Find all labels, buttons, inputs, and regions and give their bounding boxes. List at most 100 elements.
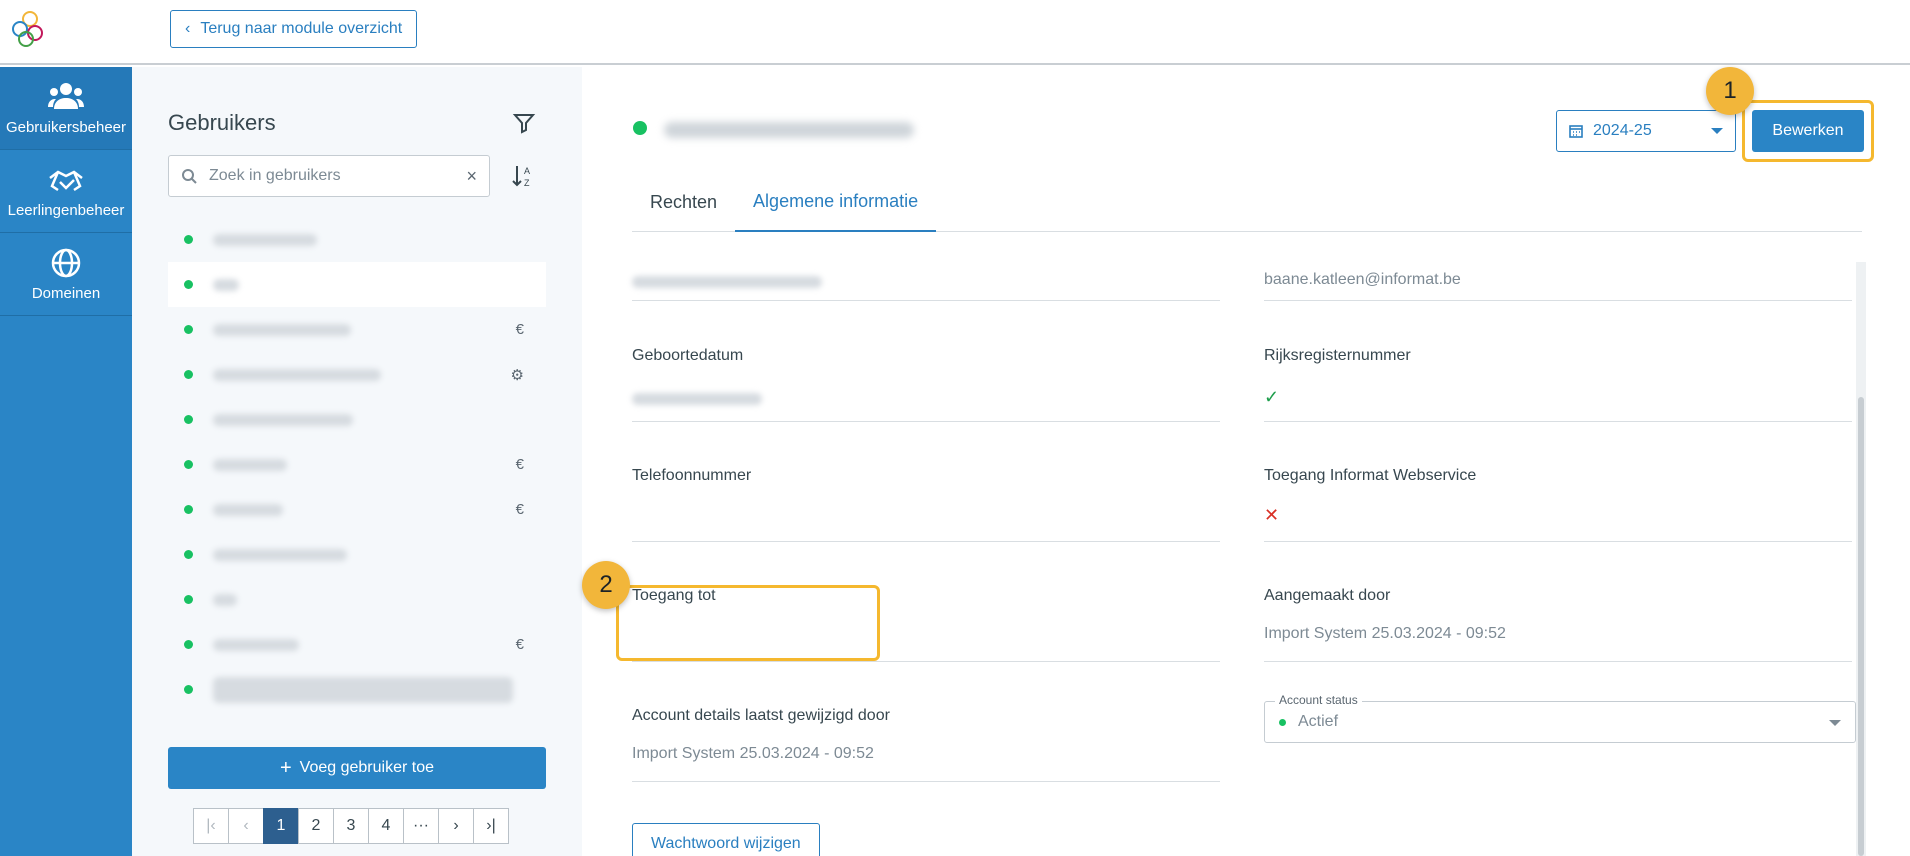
status-dot	[184, 235, 193, 244]
app-logo-icon[interactable]	[10, 10, 46, 48]
euro-icon: €	[515, 501, 524, 518]
users-icon	[48, 82, 84, 109]
detail-tabs: Rechten Algemene informatie	[632, 172, 1862, 232]
sort-az-icon[interactable]: A Z	[510, 163, 536, 189]
user-row[interactable]: €	[168, 442, 546, 487]
user-name	[213, 593, 237, 606]
field-phone-label: Telefoonnummer	[632, 467, 752, 484]
filter-icon[interactable]	[512, 111, 536, 135]
user-row[interactable]	[168, 532, 546, 577]
field-modified-value: Import System 25.03.2024 - 09:52	[632, 745, 874, 762]
chevron-down-icon	[1829, 720, 1841, 726]
field-webservice-label: Toegang Informat Webservice	[1264, 467, 1477, 484]
tab-rechten[interactable]: Rechten	[632, 172, 735, 232]
user-row[interactable]: €	[168, 622, 546, 667]
nav-item-domeinen[interactable]: Domeinen	[0, 233, 132, 316]
field-phone: Telefoonnummer	[632, 467, 1220, 542]
highlight-access	[616, 585, 880, 661]
check-icon: ✓	[1264, 387, 1280, 407]
gear-icon: ⚙	[510, 366, 524, 384]
status-dot	[184, 280, 193, 289]
page-3-button[interactable]: 3	[333, 808, 369, 844]
user-name	[213, 233, 317, 246]
page-4-button[interactable]: 4	[368, 808, 404, 844]
user-list: € ⚙ € € €	[168, 217, 546, 712]
scrollbar-thumb[interactable]	[1858, 397, 1864, 856]
user-name	[213, 413, 353, 426]
user-name	[213, 278, 239, 291]
calendar-icon	[1569, 125, 1583, 138]
nav-item-gebruikersbeheer[interactable]: Gebruikersbeheer	[0, 67, 132, 150]
plus-icon: +	[279, 756, 292, 779]
page-1-button[interactable]: 1	[263, 808, 299, 844]
status-dot	[184, 640, 193, 649]
tab-algemene-informatie[interactable]: Algemene informatie	[735, 172, 937, 232]
user-title	[664, 122, 914, 138]
euro-icon: €	[515, 456, 524, 473]
more-pages-button[interactable]: ···	[403, 808, 439, 844]
first-page-icon[interactable]: |‹	[193, 808, 229, 844]
prev-page-icon[interactable]: ‹	[228, 808, 264, 844]
top-bar: ‹ Terug naar module overzicht	[0, 0, 1910, 65]
user-row[interactable]	[168, 262, 546, 307]
nav-item-leerlingenbeheer[interactable]: Leerlingenbeheer	[0, 150, 132, 233]
field-name-value	[632, 276, 822, 288]
account-status-value: Actief	[1298, 713, 1339, 730]
field-birthdate-value	[632, 393, 762, 405]
user-name	[213, 503, 283, 516]
next-page-icon[interactable]: ›	[438, 808, 474, 844]
status-dot	[184, 550, 193, 559]
user-row[interactable]: ⚙	[168, 352, 546, 397]
users-panel: Gebruikers × A Z € ⚙ € € € + Voeg gebrui…	[132, 67, 582, 856]
field-birthdate: Geboortedatum	[632, 347, 1220, 422]
clear-search-icon[interactable]: ×	[466, 166, 477, 187]
user-row[interactable]	[168, 577, 546, 622]
svg-text:Z: Z	[524, 178, 530, 188]
highlight-edit	[1742, 100, 1874, 162]
user-detail: 2024-25 Bewerken 1 Rechten Algemene info…	[582, 67, 1910, 856]
field-webservice: Toegang Informat Webservice ✕	[1264, 467, 1852, 542]
user-row[interactable]	[168, 667, 546, 712]
search-box: ×	[168, 155, 490, 197]
field-rrn-label: Rijksregisternummer	[1264, 347, 1411, 364]
annotation-badge-2: 2	[582, 561, 630, 609]
annotation-badge-1: 1	[1706, 67, 1754, 115]
user-row[interactable]	[168, 397, 546, 442]
field-name	[632, 262, 1220, 301]
change-password-button[interactable]: Wachtwoord wijzigen	[632, 823, 820, 856]
back-to-modules-button[interactable]: ‹ Terug naar module overzicht	[170, 10, 418, 48]
users-panel-title: Gebruikers	[168, 110, 276, 135]
user-name	[213, 458, 287, 471]
status-dot	[184, 685, 193, 694]
cross-icon: ✕	[1264, 505, 1280, 525]
status-dot	[184, 505, 193, 514]
status-dot	[184, 325, 193, 334]
field-birthdate-label: Geboortedatum	[632, 347, 744, 364]
user-name	[213, 323, 351, 336]
euro-icon: €	[515, 321, 524, 338]
globe-icon	[51, 248, 81, 277]
search-icon	[182, 169, 197, 184]
field-created-label: Aangemaakt door	[1264, 587, 1391, 604]
page-2-button[interactable]: 2	[298, 808, 334, 844]
add-user-button[interactable]: + Voeg gebruiker toe	[168, 747, 546, 789]
field-created: Aangemaakt door Import System 25.03.2024…	[1264, 587, 1852, 662]
last-page-icon[interactable]: ›|	[473, 808, 509, 844]
pagination: |‹ ‹ 1 2 3 4 ··· › ›|	[193, 808, 509, 844]
user-row[interactable]: €	[168, 307, 546, 352]
search-input[interactable]	[209, 167, 455, 185]
account-status-label: Account status	[1275, 693, 1362, 707]
user-name	[213, 676, 513, 703]
user-name	[213, 548, 347, 561]
school-year-select[interactable]: 2024-25	[1556, 110, 1736, 152]
account-status-select[interactable]: Account status Actief	[1264, 693, 1856, 743]
field-email: baane.katleen@informat.be	[1264, 262, 1852, 301]
svg-text:A: A	[524, 166, 530, 176]
user-row[interactable]: €	[168, 487, 546, 532]
chevron-down-icon	[1711, 128, 1723, 134]
status-dot	[1279, 718, 1286, 726]
status-dot	[184, 460, 193, 469]
chevron-left-icon: ‹	[185, 20, 191, 37]
field-modified: Account details laatst gewijzigd door Im…	[632, 707, 1220, 782]
user-row[interactable]	[168, 217, 546, 262]
